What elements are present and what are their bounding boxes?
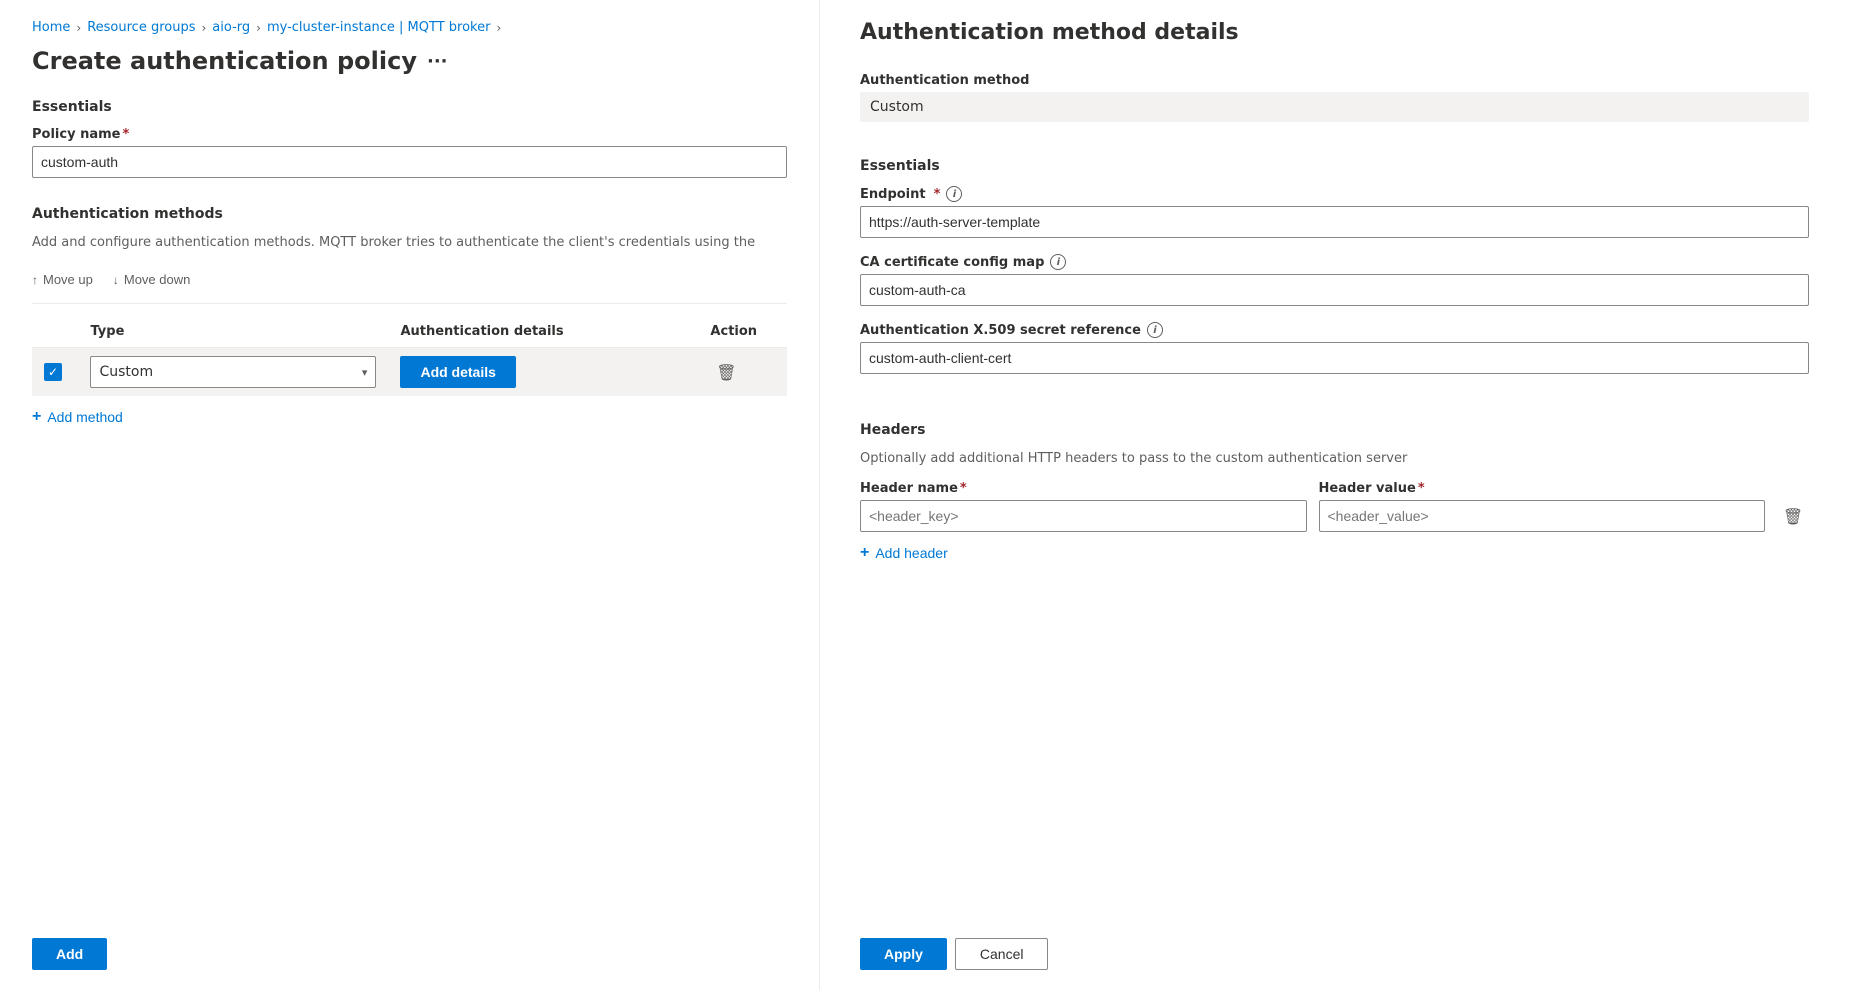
col-header-type: Type xyxy=(78,316,388,348)
breadcrumb-sep4: › xyxy=(496,21,501,35)
endpoint-field: Endpoint * i xyxy=(860,186,1809,238)
delete-header-icon[interactable]: 🗑 xyxy=(1777,500,1809,532)
move-down-arrow-icon: ↓ xyxy=(113,273,119,287)
auth-methods-section: Authentication methods Add and configure… xyxy=(32,206,787,898)
breadcrumb-sep2: › xyxy=(201,21,206,35)
add-header-button[interactable]: + Add header xyxy=(860,544,948,562)
row-action-cell: 🗑 xyxy=(698,348,787,397)
cancel-button[interactable]: Cancel xyxy=(955,938,1049,970)
col-header-auth-details: Authentication details xyxy=(388,316,698,348)
bottom-actions: Add xyxy=(32,898,787,970)
header-row: Header name* Header value* 🗑 xyxy=(860,480,1809,532)
headers-description: Optionally add additional HTTP headers t… xyxy=(860,450,1809,468)
row-type-cell: Custom ▾ xyxy=(78,348,388,397)
headers-section: Headers Optionally add additional HTTP h… xyxy=(860,422,1809,562)
table-divider xyxy=(32,303,787,304)
auth-x509-label-row: Authentication X.509 secret reference i xyxy=(860,322,1809,338)
row-checkbox[interactable] xyxy=(44,363,62,381)
add-header-label: Add header xyxy=(875,545,947,561)
header-value-required: * xyxy=(1418,481,1425,496)
breadcrumb-cluster-instance[interactable]: my-cluster-instance | MQTT broker xyxy=(267,20,491,35)
endpoint-required: * xyxy=(934,187,941,202)
delete-row-icon[interactable]: 🗑 xyxy=(710,356,742,388)
auth-x509-info-icon[interactable]: i xyxy=(1147,322,1163,338)
policy-name-field: Policy name* xyxy=(32,127,787,178)
add-button[interactable]: Add xyxy=(32,938,107,970)
auth-x509-field: Authentication X.509 secret reference i xyxy=(860,322,1809,374)
headers-heading: Headers xyxy=(860,422,1809,438)
add-method-button[interactable]: + Add method xyxy=(32,408,123,426)
right-essentials-heading: Essentials xyxy=(860,158,1809,174)
add-method-label: Add method xyxy=(47,409,123,425)
right-panel-title: Authentication method details xyxy=(860,20,1809,45)
header-name-label: Header name* xyxy=(860,481,1307,496)
header-value-field: Header value* xyxy=(1319,481,1766,532)
breadcrumb-home[interactable]: Home xyxy=(32,20,70,35)
endpoint-info-icon[interactable]: i xyxy=(946,186,962,202)
auth-methods-table: Type Authentication details Action Custo… xyxy=(32,316,787,396)
breadcrumb-resource-groups[interactable]: Resource groups xyxy=(87,20,195,35)
auth-methods-heading: Authentication methods xyxy=(32,206,787,222)
breadcrumb-sep3: › xyxy=(256,21,261,35)
apply-button[interactable]: Apply xyxy=(860,938,947,970)
header-name-field: Header name* xyxy=(860,481,1307,532)
essentials-heading: Essentials xyxy=(32,99,787,115)
breadcrumb-aio-rg[interactable]: aio-rg xyxy=(212,20,250,35)
auth-method-field: Authentication method Custom xyxy=(860,73,1809,142)
policy-name-required: * xyxy=(122,127,129,142)
add-details-button[interactable]: Add details xyxy=(400,356,515,388)
page-title-row: Create authentication policy ··· xyxy=(32,47,787,75)
type-dropdown-value: Custom xyxy=(99,364,153,380)
breadcrumb: Home › Resource groups › aio-rg › my-clu… xyxy=(32,20,787,35)
header-value-label: Header value* xyxy=(1319,481,1766,496)
move-up-button[interactable]: ↑ Move up xyxy=(32,268,93,291)
ca-cert-input[interactable] xyxy=(860,274,1809,306)
dropdown-arrow-icon: ▾ xyxy=(362,366,368,379)
col-header-action: Action xyxy=(698,316,787,348)
essentials-section: Essentials Policy name* xyxy=(32,99,787,178)
ca-cert-label-row: CA certificate config map i xyxy=(860,254,1809,270)
ca-cert-info-icon[interactable]: i xyxy=(1050,254,1066,270)
move-toolbar: ↑ Move up ↓ Move down xyxy=(32,268,787,291)
right-bottom-actions: Apply Cancel xyxy=(860,898,1809,970)
auth-x509-input[interactable] xyxy=(860,342,1809,374)
move-down-button[interactable]: ↓ Move down xyxy=(113,268,190,291)
ca-cert-field: CA certificate config map i xyxy=(860,254,1809,306)
auth-methods-description: Add and configure authentication methods… xyxy=(32,234,787,252)
header-name-input[interactable] xyxy=(860,500,1307,532)
header-value-input[interactable] xyxy=(1319,500,1766,532)
page-title: Create authentication policy xyxy=(32,47,417,75)
more-options-icon[interactable]: ··· xyxy=(427,51,448,72)
move-down-label: Move down xyxy=(124,272,190,287)
ca-cert-label: CA certificate config map xyxy=(860,255,1044,270)
right-essentials-section: Essentials Endpoint * i CA certificate c… xyxy=(860,158,1809,390)
left-panel: Home › Resource groups › aio-rg › my-clu… xyxy=(0,0,820,990)
table-row: Custom ▾ Add details 🗑 xyxy=(32,348,787,397)
row-auth-details-cell: Add details xyxy=(388,348,698,397)
col-header-checkbox xyxy=(32,316,78,348)
endpoint-input[interactable] xyxy=(860,206,1809,238)
policy-name-label: Policy name* xyxy=(32,127,787,142)
auth-method-label: Authentication method xyxy=(860,73,1809,88)
right-panel: Authentication method details Authentica… xyxy=(820,0,1849,990)
breadcrumb-sep1: › xyxy=(76,21,81,35)
type-dropdown[interactable]: Custom ▾ xyxy=(90,356,376,388)
header-name-required: * xyxy=(960,481,967,496)
move-up-arrow-icon: ↑ xyxy=(32,273,38,287)
policy-name-input[interactable] xyxy=(32,146,787,178)
move-up-label: Move up xyxy=(43,272,93,287)
auth-x509-label: Authentication X.509 secret reference xyxy=(860,323,1141,338)
add-header-plus-icon: + xyxy=(860,544,869,562)
add-method-plus-icon: + xyxy=(32,408,41,426)
row-checkbox-cell xyxy=(32,348,78,397)
endpoint-label: Endpoint xyxy=(860,187,926,202)
endpoint-label-row: Endpoint * i xyxy=(860,186,1809,202)
auth-method-value: Custom xyxy=(860,92,1809,122)
